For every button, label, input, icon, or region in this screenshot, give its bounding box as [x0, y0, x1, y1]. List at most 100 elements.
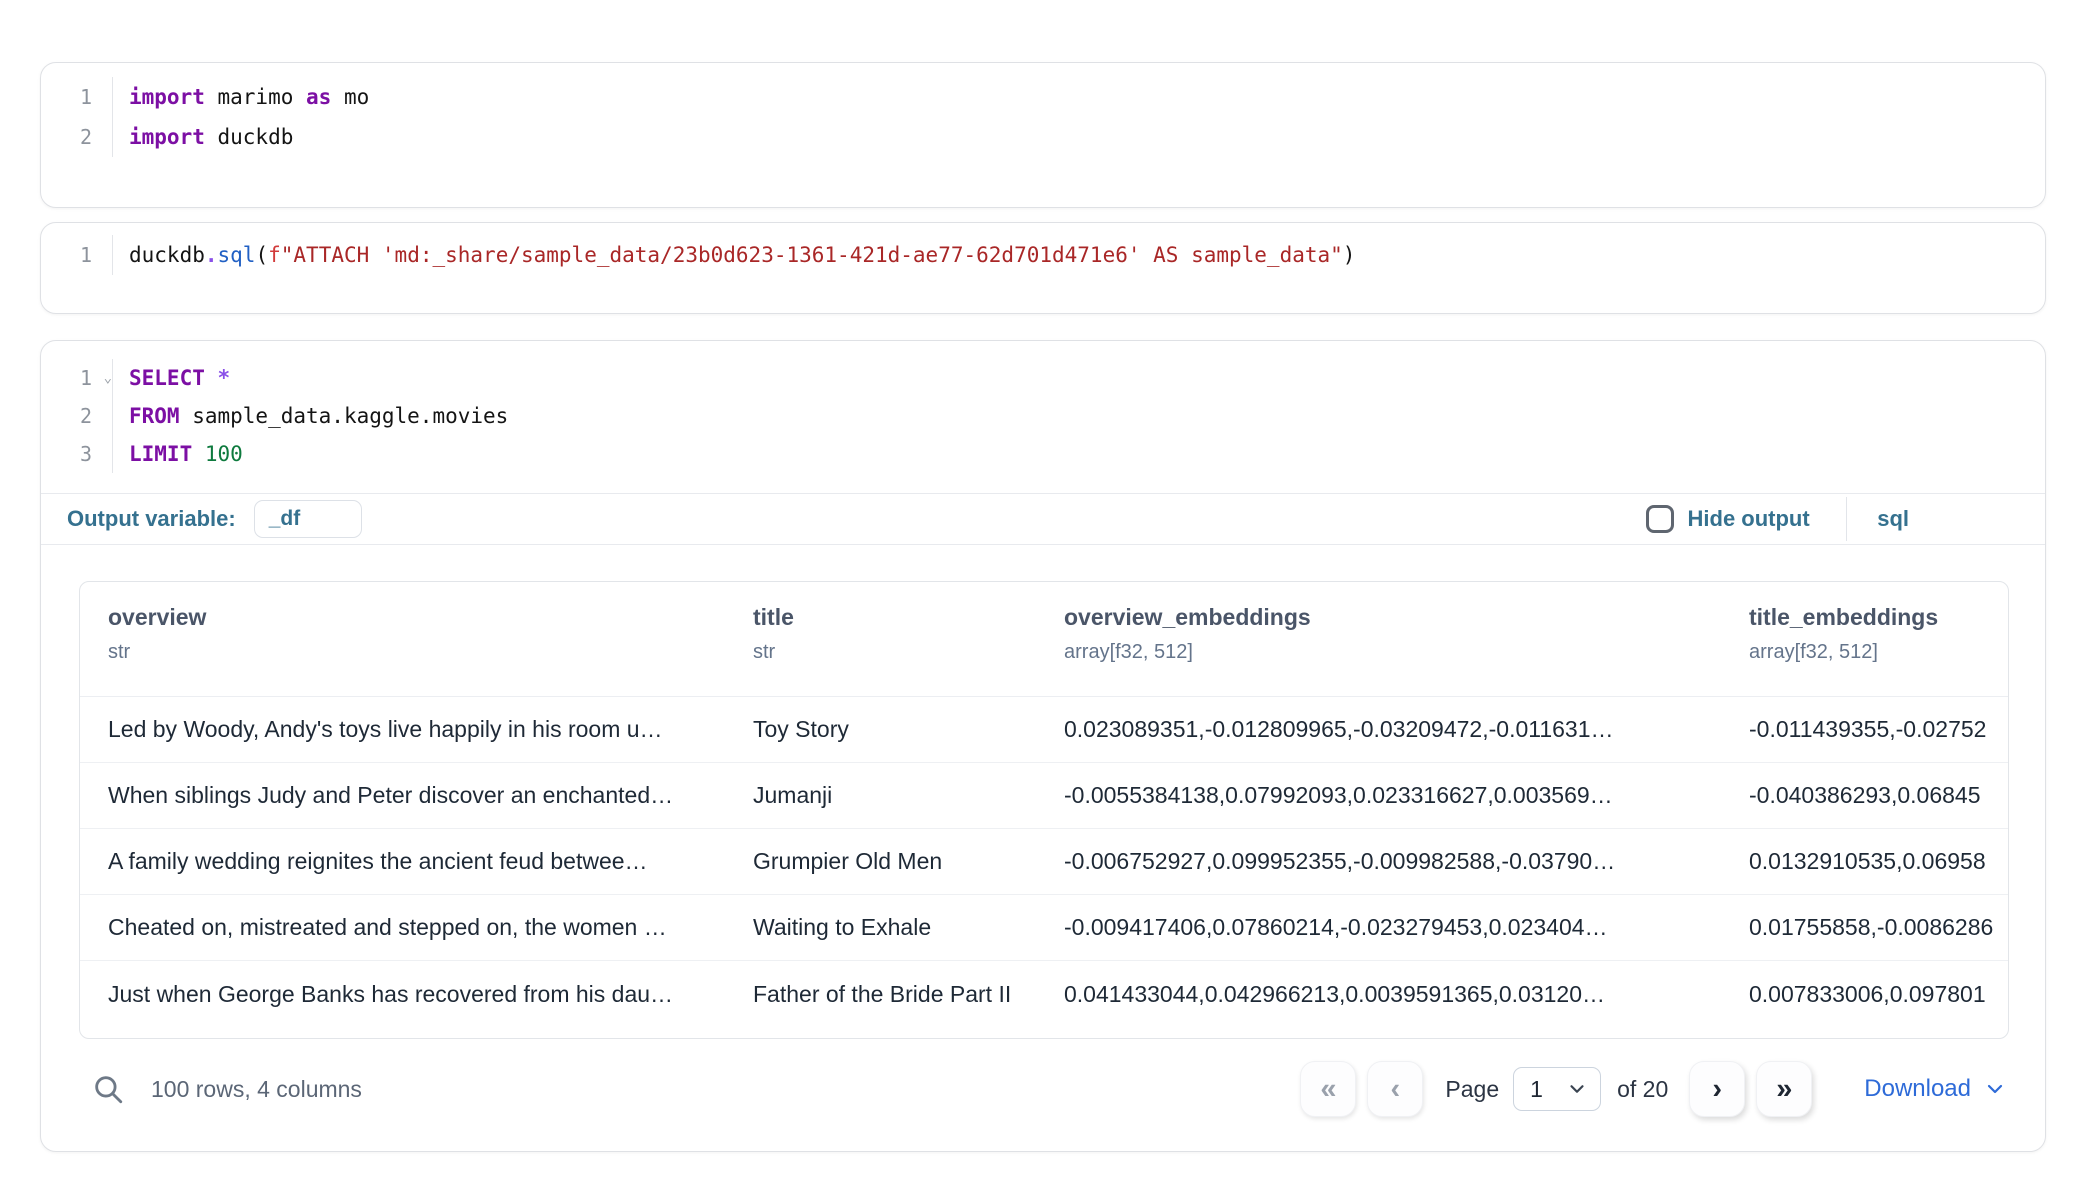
table-row[interactable]: When siblings Judy and Peter discover an…	[80, 763, 2008, 829]
code-token: )	[1343, 243, 1356, 267]
language-badge[interactable]: sql	[1877, 506, 1909, 532]
table-cell: Just when George Banks has recovered fro…	[108, 981, 753, 1008]
column-type: str	[753, 641, 1064, 664]
code-token: SELECT	[129, 366, 205, 390]
line-number: 1	[41, 77, 113, 117]
chevron-down-icon	[1983, 1077, 2007, 1101]
column-type: str	[108, 641, 753, 664]
output-variable-input[interactable]: _df	[254, 500, 362, 538]
code-line[interactable]: 2import duckdb	[41, 117, 2045, 157]
page-label: Page	[1445, 1076, 1499, 1103]
code-token: as	[306, 85, 331, 109]
line-number: 3	[41, 435, 113, 473]
line-number: 1⌄	[41, 359, 113, 397]
code-token: marimo	[205, 85, 306, 109]
code-line[interactable]: 2FROM sample_data.kaggle.movies	[41, 397, 2045, 435]
code-editor[interactable]: 1duckdb.sql(f"ATTACH 'md:_share/sample_d…	[41, 235, 2045, 275]
code-token	[205, 366, 218, 390]
table-cell: Cheated on, mistreated and stepped on, t…	[108, 914, 753, 941]
line-number: 2	[41, 117, 113, 157]
result-table: overviewstrtitlestroverview_embeddingsar…	[79, 581, 2009, 1039]
table-row[interactable]: A family wedding reignites the ancient f…	[80, 829, 2008, 895]
table-cell: -0.040386293,0.06845	[1749, 782, 2008, 809]
code-token: .	[205, 243, 218, 267]
code-line[interactable]: 1 import marimo as mo	[41, 77, 2045, 117]
table-row[interactable]: Just when George Banks has recovered fro…	[80, 961, 2008, 1027]
hide-output-checkbox[interactable]	[1646, 505, 1674, 533]
chevron-down-icon	[1566, 1078, 1588, 1100]
table-cell: Led by Woody, Andy's toys live happily i…	[108, 716, 753, 743]
column-name: overview	[108, 604, 753, 631]
code-cell-attach[interactable]: 1duckdb.sql(f"ATTACH 'md:_share/sample_d…	[40, 222, 2046, 314]
last-page-button[interactable]: »	[1756, 1061, 1812, 1117]
toolbar-divider	[1846, 497, 1848, 541]
code-cell-imports[interactable]: 1import marimo as mo2import duckdb	[40, 62, 2046, 208]
code-token: FROM	[129, 404, 180, 428]
table-cell: -0.006752927,0.099952355,-0.009982588,-0…	[1064, 848, 1749, 875]
column-type: array[f32, 512]	[1749, 641, 2008, 664]
code-token: import	[129, 125, 205, 149]
column-header-overview_embeddings[interactable]: overview_embeddingsarray[f32, 512]	[1064, 604, 1749, 664]
code-text: import duckdb	[113, 117, 293, 157]
table-cell: 0.007833006,0.097801	[1749, 981, 2008, 1008]
table-footer: 100 rows, 4 columns « ‹ Page 1 of 20 › »…	[79, 1057, 2007, 1121]
column-header-title[interactable]: title str	[753, 604, 1064, 664]
table-cell: -0.0055384138,0.07992093,0.023316627,0.0…	[1064, 782, 1749, 809]
code-text: LIMIT 100	[113, 435, 243, 473]
table-cell: Father of the Bride Part II	[753, 981, 1064, 1008]
fold-chevron-icon[interactable]: ⌄	[104, 362, 112, 394]
code-text: FROM sample_data.kaggle.movies	[113, 397, 508, 435]
download-label: Download	[1864, 1075, 1971, 1103]
table-cell: Jumanji	[753, 782, 1064, 809]
code-text: SELECT *	[113, 359, 230, 397]
line-number: 1	[41, 235, 113, 275]
code-token: sql	[218, 243, 256, 267]
code-text: duckdb.sql(f"ATTACH 'md:_share/sample_da…	[113, 235, 1355, 275]
first-page-button[interactable]: «	[1300, 1061, 1356, 1117]
hide-output-label[interactable]: Hide output	[1688, 506, 1810, 532]
page-total-label: of 20	[1617, 1076, 1668, 1103]
table-cell: 0.041433044,0.042966213,0.0039591365,0.0…	[1064, 981, 1749, 1008]
code-token: LIMIT	[129, 442, 192, 466]
code-token: duckdb	[129, 243, 205, 267]
table-cell: 0.01755858,-0.0086286	[1749, 914, 2008, 941]
table-row[interactable]: Cheated on, mistreated and stepped on, t…	[80, 895, 2008, 961]
code-line[interactable]: 1⌄SELECT *	[41, 359, 2045, 397]
column-type: array[f32, 512]	[1064, 641, 1749, 664]
page-select[interactable]: 1	[1513, 1067, 1601, 1111]
column-header-title_embeddings[interactable]: title_embeddings array[f32, 512]	[1749, 604, 2008, 664]
table-row[interactable]: Led by Woody, Andy's toys live happily i…	[80, 697, 2008, 763]
download-button[interactable]: Download	[1864, 1075, 2007, 1103]
prev-page-button[interactable]: ‹	[1367, 1061, 1423, 1117]
table-cell: 0.0132910535,0.06958	[1749, 848, 2008, 875]
search-icon[interactable]	[91, 1072, 125, 1106]
column-name: title	[753, 604, 1064, 631]
sql-cell: 1⌄SELECT *2FROM sample_data.kaggle.movie…	[40, 340, 2046, 1152]
table-header-row: overviewstrtitlestroverview_embeddingsar…	[80, 582, 2008, 697]
code-token: f	[268, 243, 281, 267]
code-editor[interactable]: 1⌄SELECT *2FROM sample_data.kaggle.movie…	[41, 341, 2045, 493]
table-cell: Toy Story	[753, 716, 1064, 743]
code-line[interactable]: 3LIMIT 100	[41, 435, 2045, 473]
line-number: 2	[41, 397, 113, 435]
code-token: duckdb	[205, 125, 294, 149]
code-token: mo	[331, 85, 369, 109]
code-editor[interactable]: 1import marimo as mo2import duckdb	[41, 77, 2045, 157]
page-select-value: 1	[1530, 1076, 1543, 1103]
row-count-summary: 100 rows, 4 columns	[151, 1076, 362, 1103]
sql-cell-toolbar: Output variable: _df Hide output sql	[41, 493, 2045, 545]
table-cell: A family wedding reignites the ancient f…	[108, 848, 753, 875]
code-token: "ATTACH 'md:_share/sample_data/23b0d623-…	[281, 243, 1343, 267]
column-name: title_embeddings	[1749, 604, 2008, 631]
next-page-button[interactable]: ›	[1689, 1061, 1745, 1117]
table-cell: -0.009417406,0.07860214,-0.023279453,0.0…	[1064, 914, 1749, 941]
code-token: (	[255, 243, 268, 267]
table-cell: -0.011439355,-0.02752	[1749, 716, 2008, 743]
table-cell: When siblings Judy and Peter discover an…	[108, 782, 753, 809]
code-token: *	[218, 366, 231, 390]
column-header-overview[interactable]: overview str	[108, 604, 753, 664]
code-line[interactable]: 1duckdb.sql(f"ATTACH 'md:_share/sample_d…	[41, 235, 2045, 275]
table-cell: Waiting to Exhale	[753, 914, 1064, 941]
output-variable-label: Output variable:	[67, 506, 236, 532]
code-token: import	[129, 85, 205, 109]
